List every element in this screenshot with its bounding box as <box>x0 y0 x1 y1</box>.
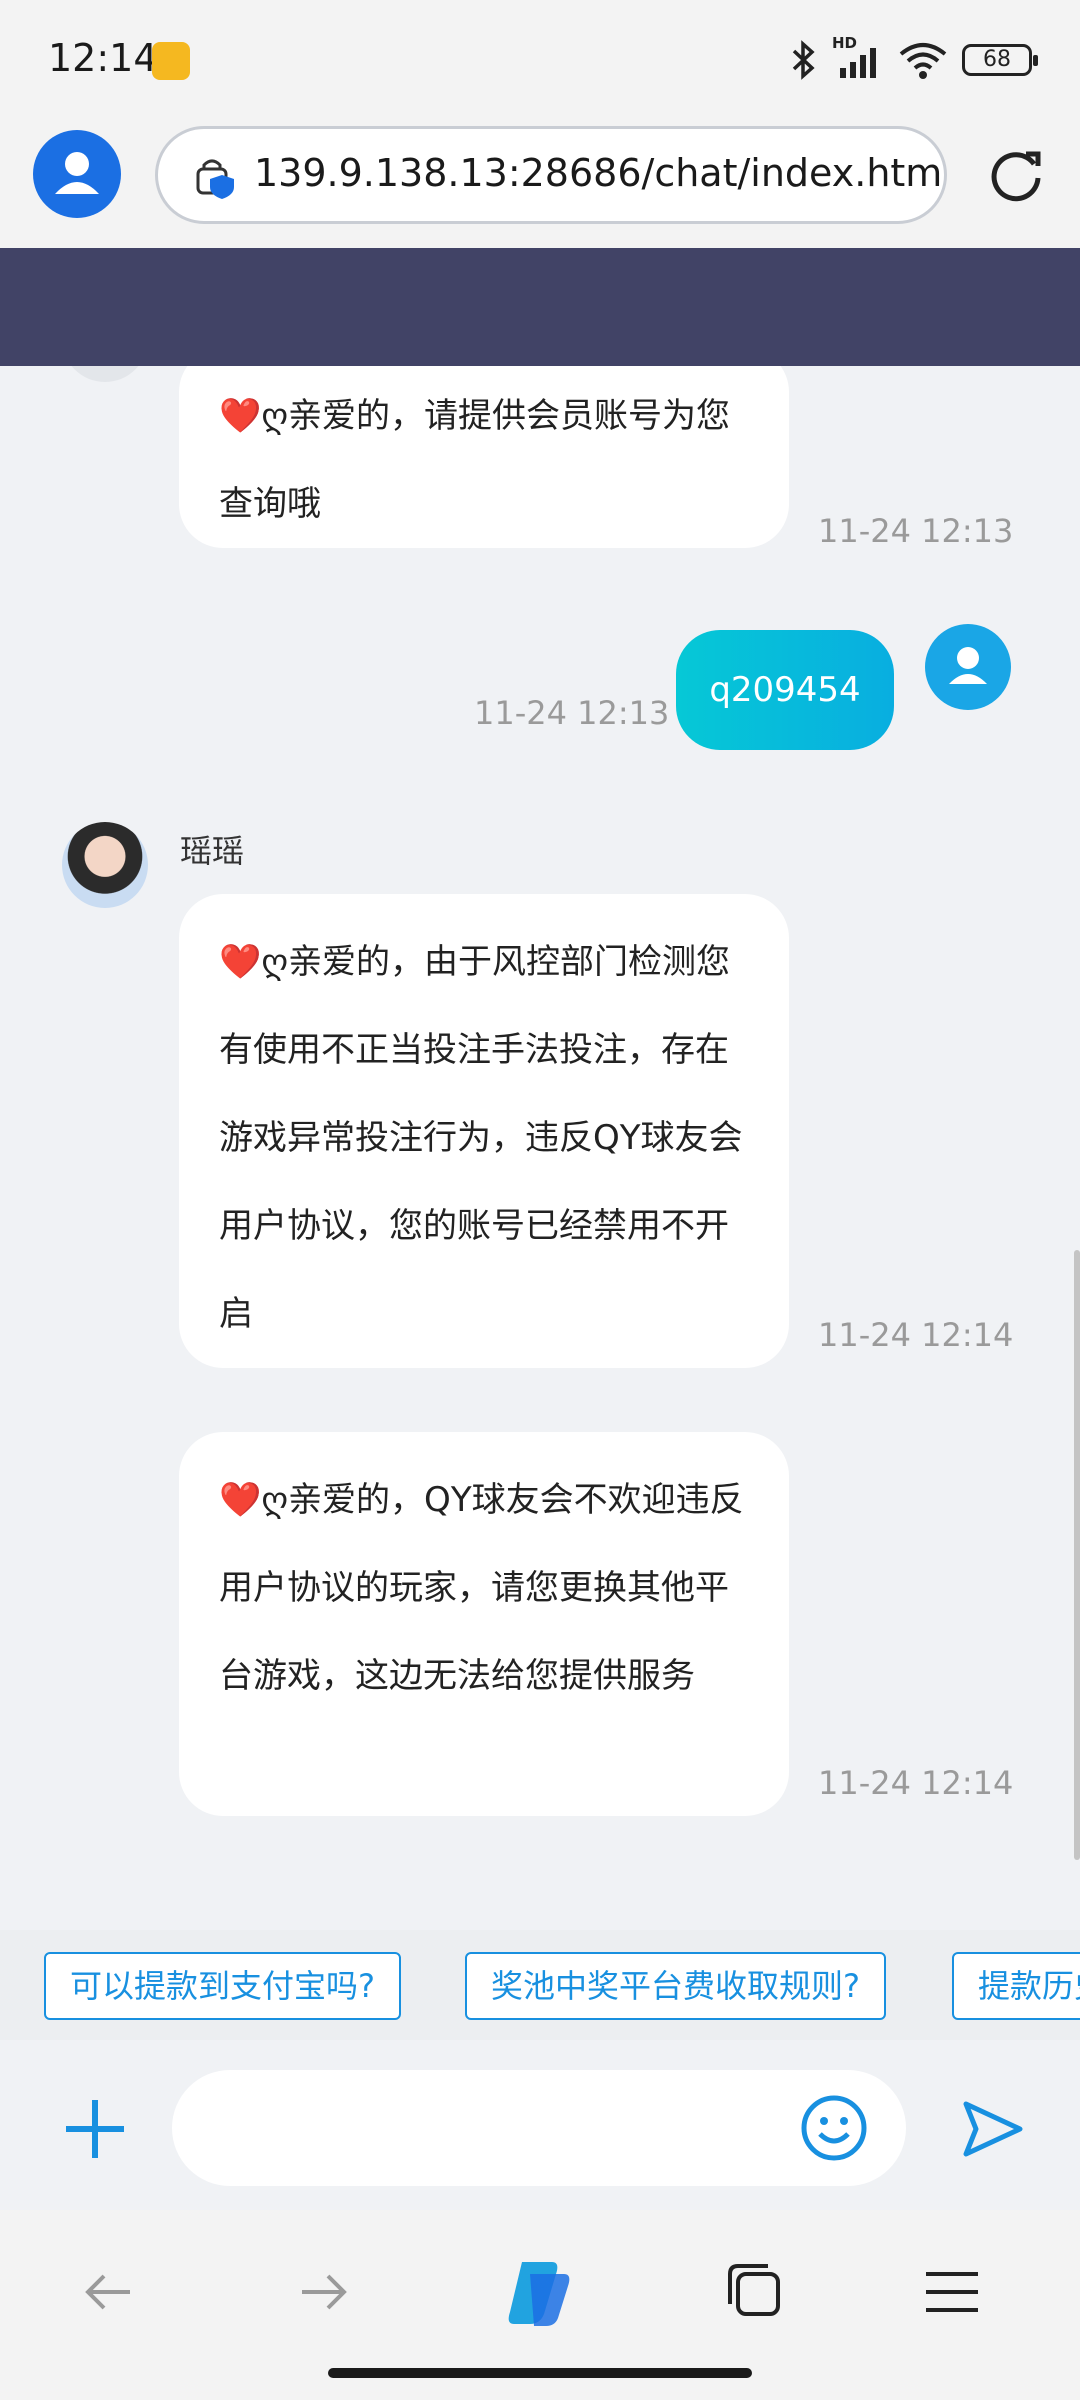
plus-icon[interactable] <box>62 2096 128 2162</box>
scrollbar[interactable] <box>1074 1250 1080 1860</box>
forward-arrow-icon[interactable] <box>284 2252 364 2332</box>
status-time: 12:14 <box>48 36 158 80</box>
wifi-icon <box>898 40 948 80</box>
outgoing-message: q209454 <box>676 630 894 750</box>
agent-avatar <box>62 822 148 908</box>
incoming-message: ❤️ღ亲爱的，由于风控部门检测您有使用不正当投注手法投注，存在游戏异常投注行为，… <box>179 894 789 1368</box>
reload-icon[interactable] <box>984 142 1048 206</box>
browser-toolbar: 139.9.138.13:28686/chat/index.html?ap <box>0 120 1080 248</box>
network-badge: HD <box>832 34 858 52</box>
notification-app-icon <box>152 42 190 80</box>
person-icon <box>55 152 99 194</box>
site-security-icon[interactable] <box>194 155 238 199</box>
send-icon[interactable] <box>960 2096 1026 2162</box>
composer <box>0 2048 1080 2210</box>
message-text: q209454 <box>709 670 861 710</box>
incoming-message: ❤️ღ亲爱的，QY球友会不欢迎违反用户协议的玩家，请您更换其他平台游戏，这边无法… <box>179 1432 789 1816</box>
chat-header <box>0 248 1080 366</box>
quick-reply-chip[interactable]: 奖池中奖平台费收取规则? <box>465 1952 886 2020</box>
address-bar[interactable]: 139.9.138.13:28686/chat/index.html?ap <box>155 126 947 224</box>
message-timestamp: 11-24 12:13 <box>474 694 670 732</box>
battery-icon: 68 <box>962 44 1038 76</box>
tabs-icon[interactable] <box>716 2252 796 2332</box>
message-timestamp: 11-24 12:14 <box>818 1316 1014 1354</box>
agent-name: 瑶瑶 <box>180 832 245 870</box>
agent-avatar <box>62 366 148 382</box>
user-avatar <box>925 624 1011 710</box>
message-timestamp: 11-24 12:14 <box>818 1764 1014 1802</box>
copilot-icon[interactable] <box>500 2252 580 2332</box>
signal-icon: HD <box>832 34 884 80</box>
message-input[interactable] <box>172 2070 906 2186</box>
emoji-icon[interactable] <box>800 2094 868 2162</box>
quick-reply-chip[interactable]: 可以提款到支付宝吗? <box>44 1952 401 2020</box>
message-text: ❤️ღ亲爱的，由于风控部门检测您有使用不正当投注手法投注，存在游戏异常投注行为，… <box>219 942 743 1334</box>
chat-message-list[interactable]: ❤️ღ亲爱的，请提供会员账号为您查询哦 11-24 12:13 11-24 12… <box>0 366 1080 1930</box>
profile-button[interactable] <box>33 130 121 218</box>
message-text: ❤️ღ亲爱的，QY球友会不欢迎违反用户协议的玩家，请您更换其他平台游戏，这边无法… <box>219 1480 744 1696</box>
quick-reply-bar: 可以提款到支付宝吗? 奖池中奖平台费收取规则? 提款历史 <box>0 1930 1080 2040</box>
status-bar: 12:14 HD 68 <box>0 0 1080 120</box>
home-indicator[interactable] <box>328 2368 752 2378</box>
message-timestamp: 11-24 12:13 <box>818 512 1014 550</box>
back-arrow-icon[interactable] <box>68 2252 148 2332</box>
incoming-message: ❤️ღ亲爱的，请提供会员账号为您查询哦 <box>179 366 789 548</box>
status-indicators: HD 68 <box>790 34 1038 82</box>
menu-icon[interactable] <box>912 2252 992 2332</box>
message-text: ❤️ღ亲爱的，请提供会员账号为您查询哦 <box>219 396 731 524</box>
user-icon <box>949 647 987 684</box>
quick-reply-chip[interactable]: 提款历史 <box>952 1952 1080 2020</box>
bluetooth-icon <box>790 40 818 80</box>
url-text: 139.9.138.13:28686/chat/index.html?ap <box>254 151 947 195</box>
